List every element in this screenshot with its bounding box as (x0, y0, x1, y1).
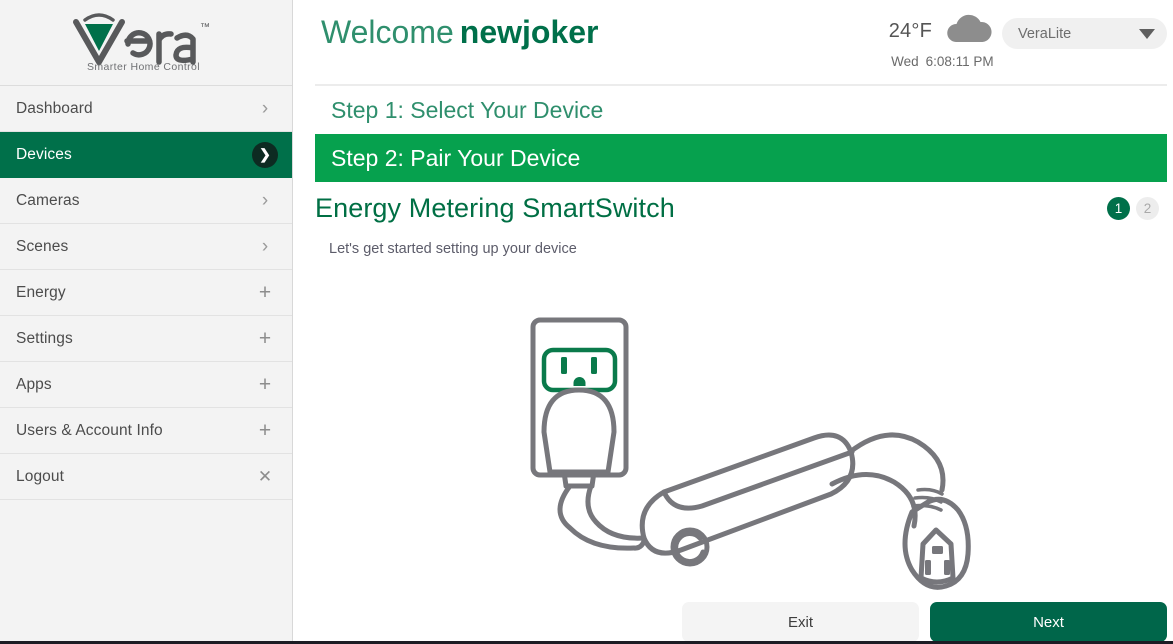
unit-selector-value: VeraLite (1018, 25, 1072, 42)
step-label: Step 2: Pair Your Device (331, 144, 581, 171)
plus-icon: + (258, 281, 272, 304)
wizard-pager: 1 2 (1107, 196, 1159, 220)
close-icon: ✕ (257, 467, 273, 486)
weather-day: Wed (891, 54, 919, 69)
wizard-footer: Exit Next (293, 602, 1173, 642)
welcome-heading: Welcome newjoker (321, 0, 599, 48)
vera-logo-icon: ™ Smarter Home Control (73, 12, 210, 72)
pager-dot-1[interactable]: 1 (1107, 196, 1130, 220)
sidebar-nav: Dashboard › Devices ❯ Cameras › Scenes ›… (0, 86, 292, 500)
pager-dot-2[interactable]: 2 (1136, 196, 1159, 220)
brand-tagline: Smarter Home Control (87, 61, 200, 72)
sidebar-item-dashboard[interactable]: Dashboard › (0, 86, 292, 132)
sidebar-item-label: Cameras (16, 191, 80, 209)
weather-row: 24°F (889, 14, 996, 49)
sidebar-item-scenes[interactable]: Scenes › (0, 224, 292, 270)
page-title: Energy Metering SmartSwitch (315, 192, 675, 223)
cloud-icon (942, 14, 996, 49)
temperature-value: 24°F (888, 20, 932, 42)
sidebar: ™ Smarter Home Control Dashboard › Devic… (0, 0, 293, 644)
chevron-down-icon (1139, 28, 1155, 39)
wall-outlet-smartswitch-illustration (523, 312, 1003, 602)
sidebar-item-label: Devices (16, 145, 72, 163)
sidebar-item-label: Apps (16, 375, 52, 393)
sidebar-item-energy[interactable]: Energy + (0, 270, 292, 316)
sidebar-item-label: Logout (16, 467, 65, 485)
device-header: Energy Metering SmartSwitch 1 2 (293, 184, 1173, 232)
sidebar-item-label: Energy (16, 283, 66, 301)
unit-selector-dropdown[interactable]: VeraLite (1002, 18, 1167, 49)
trademark-mark: ™ (200, 22, 210, 33)
main-content: Welcome newjoker 24°F Wed 6:08:11 PM Ver… (293, 0, 1173, 644)
weather-widget[interactable]: 24°F Wed 6:08:11 PM (889, 12, 996, 69)
instruction-text: Let's get started setting up your device (329, 241, 577, 257)
sidebar-item-label: Scenes (16, 237, 69, 255)
sidebar-item-users-account-info[interactable]: Users & Account Info + (0, 408, 292, 454)
sidebar-item-label: Users & Account Info (16, 421, 163, 439)
welcome-prefix: Welcome (321, 14, 454, 50)
top-bar: Welcome newjoker 24°F Wed 6:08:11 PM Ver… (293, 0, 1173, 84)
sidebar-item-label: Settings (16, 329, 73, 347)
brand-logo[interactable]: ™ Smarter Home Control (0, 0, 292, 86)
plus-icon: + (258, 327, 272, 350)
datetime-text: Wed 6:08:11 PM (891, 54, 994, 69)
sidebar-empty-space (0, 500, 292, 644)
sidebar-item-cameras[interactable]: Cameras › (0, 178, 292, 224)
sidebar-item-logout[interactable]: Logout ✕ (0, 454, 292, 500)
sidebar-item-label: Dashboard (16, 99, 93, 117)
welcome-username: newjoker (459, 14, 599, 50)
next-button[interactable]: Next (930, 602, 1167, 642)
wizard-steps: Step 1: Select Your Device Step 2: Pair … (293, 86, 1173, 182)
chevron-right-icon: › (261, 190, 269, 211)
sidebar-item-settings[interactable]: Settings + (0, 316, 292, 362)
vera-dashboard-window: ™ Smarter Home Control Dashboard › Devic… (0, 0, 1173, 644)
chevron-right-circle-icon: ❯ (252, 141, 278, 168)
chevron-right-icon: › (261, 98, 269, 119)
step-label: Step 1: Select Your Device (331, 96, 604, 123)
weather-time: 6:08:11 PM (925, 54, 994, 69)
sidebar-item-apps[interactable]: Apps + (0, 362, 292, 408)
plus-icon: + (258, 419, 272, 442)
chevron-right-icon: › (261, 236, 269, 257)
step-2-pair-device[interactable]: Step 2: Pair Your Device (315, 134, 1167, 182)
step-1-select-device[interactable]: Step 1: Select Your Device (315, 86, 1167, 134)
sidebar-item-devices[interactable]: Devices ❯ (0, 132, 292, 178)
plus-icon: + (258, 373, 272, 396)
exit-button[interactable]: Exit (682, 602, 919, 642)
top-bar-right: 24°F Wed 6:08:11 PM VeraLite (889, 12, 1167, 69)
